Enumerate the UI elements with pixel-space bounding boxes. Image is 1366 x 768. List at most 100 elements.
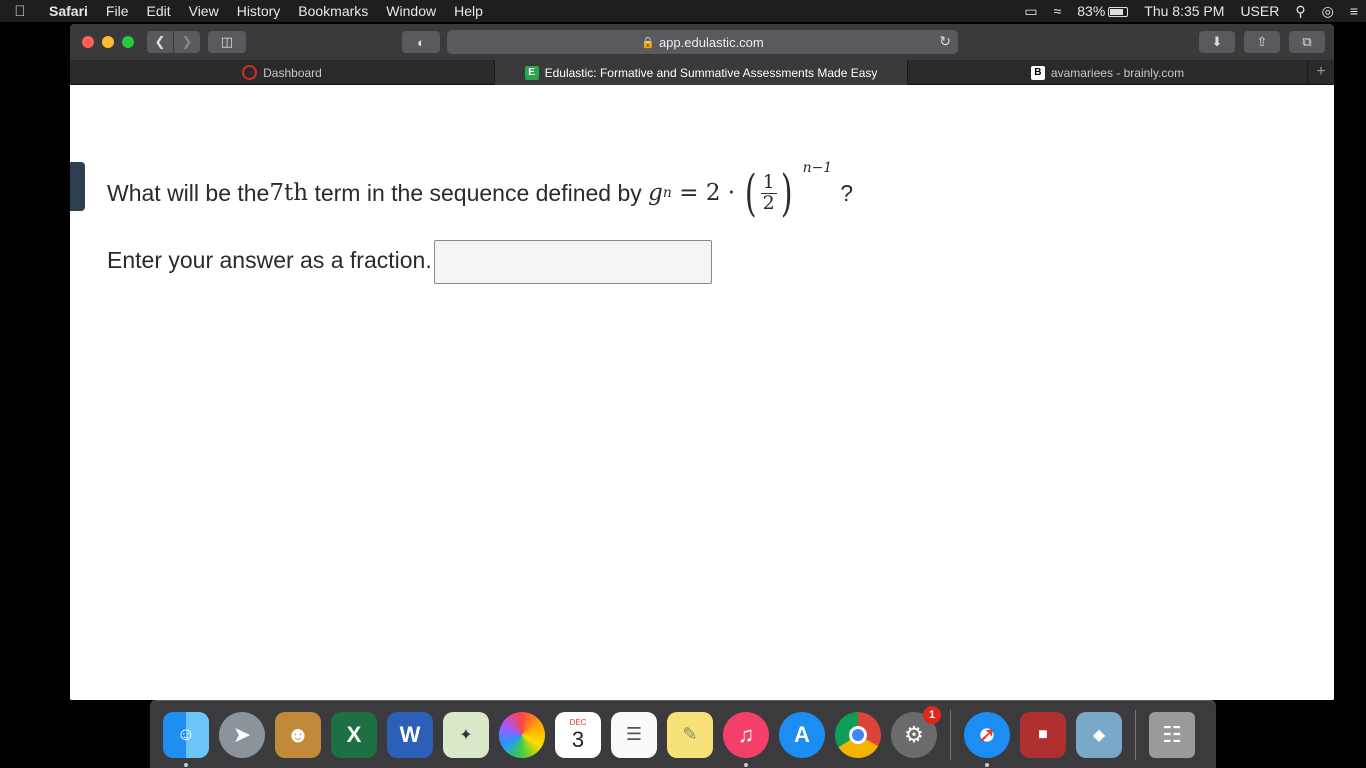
chevron-left-icon: ❮ [154, 34, 166, 49]
excel-letter: X [346, 721, 362, 747]
menu-file[interactable]: File [97, 0, 138, 22]
running-indicator [985, 762, 989, 767]
dock-separator [950, 709, 951, 760]
menu-edit[interactable]: Edit [137, 0, 179, 22]
math-fraction: 1 2 [760, 170, 777, 214]
siri-icon[interactable]: ◎ [1322, 3, 1334, 20]
clock[interactable]: Thu 8:35 PM [1144, 3, 1224, 19]
reminders-icon[interactable]: ☰ [611, 711, 657, 758]
music-icon[interactable]: ♫ [723, 711, 769, 767]
reload-icon[interactable]: ↻ [939, 33, 951, 50]
dock: ☺ ➤ ☻ X W ✦ DEC 3 ☰ ✎ ♫ A ⚙ 1 ➚ ■ ◆ ☷ [150, 700, 1216, 768]
tab-label: avamariees - brainly.com [1050, 65, 1185, 80]
dock-separator [1135, 709, 1136, 760]
menu-bookmarks[interactable]: Bookmarks [289, 0, 377, 22]
lock-icon: 🔒 [641, 36, 655, 49]
excel-icon[interactable]: X [331, 711, 377, 758]
preview-icon[interactable]: ◆ [1076, 711, 1122, 758]
close-window-button[interactable] [82, 36, 94, 48]
shield-icon: ◐ [417, 34, 425, 50]
minimize-window-button[interactable] [102, 36, 114, 48]
question-mark: ? [840, 179, 854, 206]
question-ordinal: 7th [269, 180, 309, 206]
contacts-icon[interactable]: ☻ [275, 711, 321, 758]
zoom-window-button[interactable] [122, 36, 134, 48]
edulastic-favicon-icon: E [524, 65, 539, 80]
notes-icon[interactable]: ✎ [667, 711, 713, 758]
downloads-button[interactable]: ⬇ [1199, 31, 1235, 53]
show-all-tabs-button[interactable]: ⧉ [1289, 31, 1325, 53]
tab-bar: Dashboard E Edulastic: Formative and Sum… [70, 60, 1334, 85]
dashboard-favicon-icon [242, 65, 258, 80]
chevron-right-icon: ❯ [181, 34, 193, 49]
math-fraction-power: ( 1 2 ) n−1 [741, 160, 832, 222]
menu-help[interactable]: Help [445, 0, 492, 22]
window-controls [82, 36, 142, 48]
user-menu[interactable]: USER [1240, 3, 1279, 19]
finder-icon[interactable]: ☺ [163, 711, 209, 767]
menu-app-name[interactable]: Safari [40, 0, 97, 22]
battery-status[interactable]: 83% [1077, 3, 1129, 19]
math-variable: g [648, 180, 663, 206]
left-paren: ( [744, 164, 757, 222]
math-exponent: n−1 [802, 160, 833, 176]
privacy-report-button[interactable]: ◐ [402, 31, 440, 53]
math-equals-coefficient: = 2 · [671, 180, 736, 206]
menu-window[interactable]: Window [377, 0, 445, 22]
new-tab-button[interactable]: + [1308, 60, 1334, 84]
system-preferences-icon[interactable]: ⚙ 1 [891, 705, 941, 758]
word-icon[interactable]: W [387, 711, 433, 758]
running-indicator [184, 762, 188, 767]
notification-center-icon[interactable]: ≡ [1350, 3, 1358, 19]
safari-window: ❮ ❯ ◫ ◐ 🔒 app.edulastic.com ↻ ⬇ ⇧ ⧉ Dash… [70, 24, 1334, 700]
running-indicator [744, 762, 748, 767]
browser-toolbar: ❮ ❯ ◫ ◐ 🔒 app.edulastic.com ↻ ⬇ ⇧ ⧉ [70, 24, 1334, 60]
share-button[interactable]: ⇧ [1244, 31, 1280, 53]
menu-extras: ▭ ≈ 83% Thu 8:35 PM USER ⚲ ◎ ≡ [1016, 0, 1366, 22]
launchpad-icon[interactable]: ➤ [219, 711, 265, 758]
question-text: What will be the 7th term in the sequenc… [107, 160, 854, 222]
tabs-overview-icon: ⧉ [1302, 34, 1312, 49]
menu-view[interactable]: View [180, 0, 228, 22]
maps-icon[interactable]: ✦ [443, 711, 489, 758]
airplay-icon[interactable]: ▭ [1024, 3, 1037, 20]
brainly-favicon-icon: B [1030, 65, 1045, 80]
notification-badge: 1 [923, 705, 941, 724]
address-bar[interactable]: 🔒 app.edulastic.com ↻ [447, 30, 958, 54]
word-letter: W [399, 721, 421, 747]
question-text-middle: term in the sequence defined by [308, 179, 649, 206]
apple-menu-icon[interactable]:  [0, 3, 40, 20]
trash-icon[interactable]: ☷ [1149, 711, 1195, 758]
forward-button[interactable]: ❯ [174, 31, 200, 53]
battery-icon [1108, 7, 1129, 18]
menu-bar:  Safari File Edit View History Bookmark… [0, 0, 1366, 22]
photo-booth-icon[interactable]: ■ [1020, 711, 1066, 758]
fraction-denominator: 2 [762, 191, 775, 214]
answer-prompt: Enter your answer as a fraction. [107, 247, 432, 273]
answer-input[interactable] [434, 240, 712, 284]
sidebar-toggle-button[interactable]: ◫ [208, 31, 246, 53]
menu-history[interactable]: History [228, 0, 290, 22]
math-subscript: n [662, 185, 672, 201]
calendar-day: 3 [571, 726, 585, 752]
share-icon: ⇧ [1256, 34, 1268, 49]
photos-icon[interactable] [499, 711, 545, 758]
tab-edulastic[interactable]: E Edulastic: Formative and Summative Ass… [495, 60, 908, 85]
tab-dashboard[interactable]: Dashboard [70, 60, 495, 85]
app-store-icon[interactable]: A [779, 711, 825, 758]
tab-brainly[interactable]: B avamariees - brainly.com [908, 60, 1308, 85]
tab-label: Dashboard [263, 65, 322, 80]
tab-label: Edulastic: Formative and Summative Asses… [544, 65, 878, 80]
calendar-icon[interactable]: DEC 3 [555, 711, 601, 758]
battery-percent: 83% [1077, 3, 1106, 19]
safari-icon[interactable]: ➚ [964, 711, 1010, 767]
spotlight-search-icon[interactable]: ⚲ [1295, 3, 1305, 20]
back-button[interactable]: ❮ [147, 31, 173, 53]
page-content: What will be the 7th term in the sequenc… [70, 86, 1334, 700]
question-sidebar-handle[interactable] [70, 162, 85, 211]
wifi-icon[interactable]: ≈ [1054, 3, 1062, 19]
question-text-start: What will be the [107, 179, 270, 206]
sidebar-icon: ◫ [220, 34, 234, 49]
chrome-icon[interactable] [835, 711, 881, 758]
fraction-numerator: 1 [760, 170, 777, 194]
